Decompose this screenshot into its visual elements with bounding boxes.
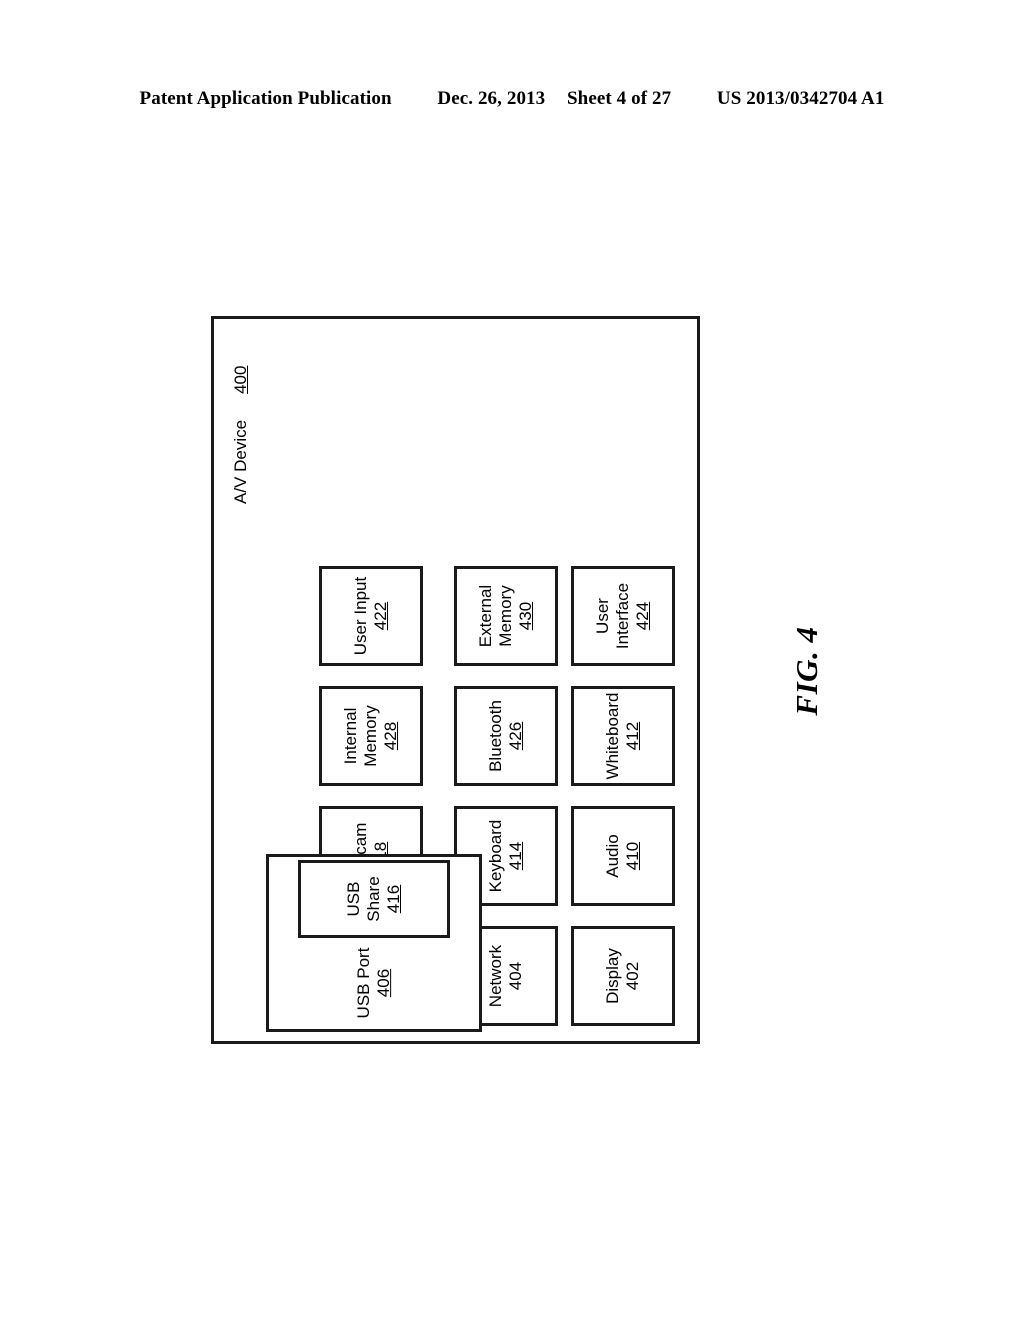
block-whiteboard: Whiteboard 412 [571, 686, 675, 786]
block-label: Internal Memory [341, 705, 381, 767]
sheet-number: Sheet 4 of 27 [566, 88, 672, 109]
block-reference-numeral: 426 [506, 721, 525, 751]
av-device-name: A/V Device [231, 419, 250, 504]
block-label: User Interface [593, 582, 633, 650]
block-user-input: User Input 422 [319, 566, 423, 666]
block-bluetooth: Bluetooth 426 [454, 686, 558, 786]
block-label: Bluetooth [486, 700, 506, 772]
block-label: Display [603, 948, 623, 1004]
block-reference-numeral: 414 [506, 841, 525, 871]
publication-date: Dec. 26, 2013 [437, 88, 546, 109]
block-usb-share: USB Share 416 [298, 860, 450, 938]
block-label: Audio [603, 834, 623, 878]
patent-number: US 2013/0342704 A1 [716, 88, 885, 109]
block-label: Keyboard [486, 819, 506, 893]
block-label: User Input [351, 576, 371, 656]
block-label: Network [486, 944, 506, 1008]
av-device-title: A/V Device 400 [231, 366, 251, 504]
block-display: Display 402 [571, 926, 675, 1026]
block-reference-numeral: 410 [623, 841, 642, 871]
block-reference-numeral: 424 [632, 601, 652, 631]
block-reference-numeral: 428 [380, 721, 400, 751]
block-external-memory: External Memory 430 [454, 566, 558, 666]
publication-label: Patent Application Publication [139, 88, 392, 109]
block-reference-numeral: 402 [623, 961, 642, 991]
figure-caption: FIG. 4 [789, 626, 824, 716]
block-label: Whiteboard [603, 692, 623, 780]
block-reference-numeral: 430 [515, 601, 535, 631]
block-reference-numeral: 406 [374, 968, 393, 998]
block-reference-numeral: 412 [623, 721, 642, 751]
block-label: USB Share [344, 876, 384, 922]
av-device-ref: 400 [231, 365, 250, 394]
block-internal-memory: Internal Memory 428 [319, 686, 423, 786]
block-reference-numeral: 422 [371, 601, 390, 631]
block-reference-numeral: 416 [383, 884, 403, 914]
block-user-interface: User Interface 424 [571, 566, 675, 666]
block-reference-numeral: 404 [506, 961, 525, 991]
patent-page-header: Patent Application Publication Dec. 26, … [0, 88, 1024, 110]
block-audio: Audio 410 [571, 806, 675, 906]
block-label: USB Port [354, 947, 374, 1019]
block-label: External Memory [476, 584, 516, 648]
figure-4-block-diagram: Display 402 Network 404 USB Port 406 USB Share… [211, 316, 700, 1044]
